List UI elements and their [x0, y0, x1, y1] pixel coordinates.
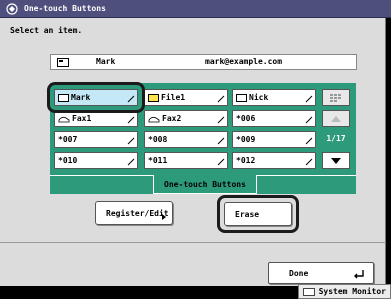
monitor-icon	[302, 287, 315, 296]
submenu-arrow-icon	[162, 214, 166, 220]
button-label: *010	[58, 156, 78, 165]
one-touch-button-fax2[interactable]: Fax2	[144, 110, 228, 127]
fax-icon	[148, 116, 160, 122]
arrow-up-icon	[331, 115, 341, 122]
jump-button[interactable]	[322, 89, 350, 106]
button-label: *008	[148, 135, 168, 144]
one-touch-button-010[interactable]: *010	[54, 152, 138, 169]
screen: One-touch Buttons Select an item. Mark m…	[0, 0, 391, 299]
edit-corner-icon	[127, 116, 135, 124]
fax-icon	[58, 116, 70, 122]
page-indicator: 1/17	[326, 134, 346, 143]
edit-corner-icon	[217, 116, 225, 124]
one-touch-icon	[6, 2, 18, 15]
button-label: *009	[236, 135, 256, 144]
folder-icon	[148, 93, 159, 102]
register-edit-button[interactable]: Register/Edit	[95, 201, 173, 225]
title-bar: One-touch Buttons	[0, 0, 391, 18]
tab-divider	[50, 175, 153, 176]
selected-entry-display: Mark mark@example.com	[50, 54, 357, 70]
button-label: Fax2	[162, 114, 182, 123]
edit-corner-icon	[305, 116, 313, 124]
one-touch-button-007[interactable]: *007	[54, 131, 138, 148]
one-touch-button-006[interactable]: *006	[232, 110, 316, 127]
edit-corner-icon	[127, 137, 135, 145]
scroll-up-button[interactable]	[322, 110, 350, 127]
button-label: *012	[236, 156, 256, 165]
register-edit-label: Register/Edit	[106, 208, 169, 218]
arrow-down-icon	[331, 157, 341, 164]
edit-corner-icon	[305, 137, 313, 145]
edit-corner-icon	[217, 137, 225, 145]
button-label: Nick	[249, 93, 269, 102]
button-label: Fax1	[72, 114, 92, 123]
one-touch-button-008[interactable]: *008	[144, 131, 228, 148]
button-label: File1	[161, 93, 186, 102]
system-monitor-button[interactable]: System Monitor	[297, 284, 391, 299]
email-icon	[236, 93, 247, 102]
main-window: Select an item. Mark mark@example.com Ma…	[0, 18, 386, 286]
edit-corner-icon	[305, 158, 313, 166]
one-touch-button-file1[interactable]: File1	[144, 89, 228, 106]
email-card-icon	[57, 57, 69, 67]
tab-divider	[257, 175, 356, 176]
button-label: *006	[236, 114, 256, 123]
selection-ring	[47, 82, 145, 113]
enter-icon	[354, 270, 364, 279]
selected-entry-name: Mark	[96, 57, 116, 66]
edit-corner-icon	[217, 158, 225, 166]
one-touch-button-009[interactable]: *009	[232, 131, 316, 148]
one-touch-button-011[interactable]: *011	[144, 152, 228, 169]
done-label: Done	[289, 268, 309, 278]
system-monitor-label: System Monitor	[318, 287, 386, 296]
edit-corner-icon	[217, 95, 225, 103]
one-touch-button-nick[interactable]: Nick	[232, 89, 316, 106]
one-touch-button-012[interactable]: *012	[232, 152, 316, 169]
keypad-icon	[330, 93, 341, 102]
selected-entry-address: mark@example.com	[205, 57, 283, 66]
edit-corner-icon	[305, 95, 313, 103]
button-label: *007	[58, 135, 78, 144]
done-button[interactable]: Done	[268, 262, 374, 284]
button-label: *011	[148, 156, 168, 165]
scroll-down-button[interactable]	[322, 152, 350, 169]
tab-label: One-touch Buttons	[164, 179, 246, 189]
instruction-text: Select an item.	[10, 26, 83, 35]
erase-selection-ring	[217, 195, 299, 233]
window-title: One-touch Buttons	[24, 4, 106, 13]
tab-one-touch-buttons[interactable]: One-touch Buttons	[153, 175, 257, 194]
edit-corner-icon	[127, 158, 135, 166]
divider-line	[0, 242, 386, 243]
